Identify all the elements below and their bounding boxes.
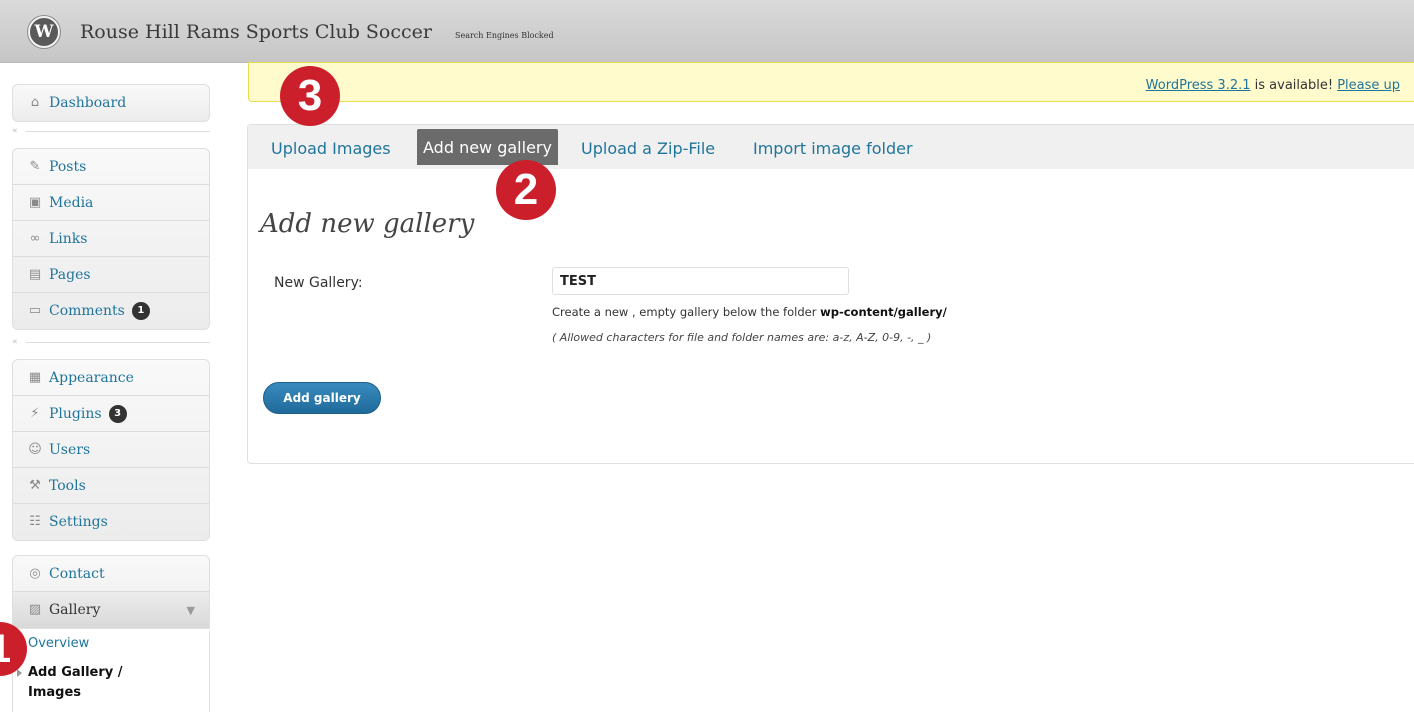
gallery-folder-description: Create a new , empty gallery below the f… xyxy=(552,305,947,319)
sidebar-item-label: Media xyxy=(49,194,94,211)
site-title[interactable]: Rouse Hill Rams Sports Club Soccer xyxy=(80,21,432,43)
page-title: Add new gallery xyxy=(260,209,475,239)
users-icon: ☺ xyxy=(28,441,42,457)
sidebar-item-tools[interactable]: ⚒ Tools xyxy=(13,468,209,504)
update-notice: WordPress 3.2.1 is available! Please up xyxy=(248,62,1414,102)
sidebar-item-plugins[interactable]: ⚡ Plugins 3 xyxy=(13,396,209,432)
sidebar-item-label: Links xyxy=(49,230,88,247)
link-icon: ∞ xyxy=(29,230,41,246)
sidebar-group-dashboard: ⌂ Dashboard xyxy=(12,84,210,122)
gallery-tabs: Upload Images Add new gallery Upload a Z… xyxy=(248,125,1414,169)
gallery-submenu: Overview Add Gallery / Images xyxy=(12,631,210,712)
sidebar-item-appearance[interactable]: ▦ Appearance xyxy=(13,360,209,396)
plugins-count-badge: 3 xyxy=(108,404,127,423)
media-icon: ▣ xyxy=(28,194,42,210)
please-update-link[interactable]: Please up xyxy=(1337,78,1400,93)
new-gallery-input[interactable] xyxy=(552,267,849,295)
sidebar-item-dashboard[interactable]: ⌂ Dashboard xyxy=(13,85,209,121)
sidebar-item-label: Tools xyxy=(49,477,86,494)
sidebar-item-label: Posts xyxy=(49,158,87,175)
settings-icon: ☷ xyxy=(29,514,41,529)
step-marker-2: 2 xyxy=(496,160,556,220)
pages-icon: ▤ xyxy=(28,266,42,282)
sidebar-group-admin: ▦ Appearance ⚡ Plugins 3 ☺ Users ⚒ Tools… xyxy=(12,359,210,541)
sidebar-item-comments[interactable]: ▭ Comments 1 xyxy=(13,293,209,329)
sidebar-item-posts[interactable]: ✎ Posts xyxy=(13,149,209,185)
plugin-icon: ⚡ xyxy=(30,405,40,421)
sidebar-item-gallery[interactable]: ▨ Gallery ▼ xyxy=(13,592,209,628)
tab-upload-images[interactable]: Upload Images xyxy=(271,139,391,158)
sidebar-item-links[interactable]: ∞ Links xyxy=(13,221,209,257)
admin-header: W Rouse Hill Rams Sports Club Soccer Sea… xyxy=(0,0,1414,63)
home-icon: ⌂ xyxy=(30,95,40,110)
appearance-icon: ▦ xyxy=(28,369,42,385)
update-message: is available! xyxy=(1250,78,1338,93)
gallery-folder-path: wp-content/gallery/ xyxy=(820,305,947,319)
tab-import-folder[interactable]: Import image folder xyxy=(753,139,913,158)
tab-add-new-gallery[interactable]: Add new gallery xyxy=(417,129,558,165)
sidebar-item-label: Appearance xyxy=(49,369,134,386)
sidebar-group-content: ✎ Posts ▣ Media ∞ Links ▤ Pages ▭ Commen… xyxy=(12,148,210,330)
sidebar-item-label: Comments xyxy=(49,303,125,319)
wordpress-logo-icon[interactable]: W xyxy=(28,16,60,48)
sidebar-item-label: Gallery xyxy=(49,602,101,618)
comment-icon: ▭ xyxy=(28,303,42,318)
sidebar-item-label: Pages xyxy=(49,266,91,283)
pin-icon: ✎ xyxy=(29,158,41,174)
sidebar-item-settings[interactable]: ☷ Settings xyxy=(13,504,209,540)
sidebar-item-users[interactable]: ☺ Users xyxy=(13,432,209,468)
sidebar-item-label: Contact xyxy=(49,565,105,582)
chevron-down-icon[interactable]: ▼ xyxy=(187,604,195,617)
wordpress-version-link[interactable]: WordPress 3.2.1 xyxy=(1146,78,1251,93)
add-gallery-button[interactable]: Add gallery xyxy=(263,382,381,414)
add-gallery-panel: Upload Images Add new gallery Upload a Z… xyxy=(247,124,1414,464)
current-item-arrow-icon xyxy=(17,669,22,677)
submenu-item-add-gallery[interactable]: Add Gallery / Images xyxy=(28,663,178,703)
sidebar-group-plugins: ◎ Contact ▨ Gallery ▼ xyxy=(12,555,210,629)
sidebar-item-label: Plugins xyxy=(49,405,102,422)
submenu-item-overview[interactable]: Overview xyxy=(28,636,89,651)
sidebar-item-label: Settings xyxy=(49,514,108,530)
collapse-arrow-icon: « xyxy=(12,126,18,136)
description-prefix: Create a new , empty gallery below the f… xyxy=(552,305,821,319)
sidebar-item-label: Dashboard xyxy=(49,95,127,111)
sidebar-item-label: Users xyxy=(49,441,91,458)
step-marker-3: 3 xyxy=(280,66,340,126)
contact-icon: ◎ xyxy=(29,565,41,581)
tools-icon: ⚒ xyxy=(29,477,41,493)
sidebar-item-media[interactable]: ▣ Media xyxy=(13,185,209,221)
sidebar-item-contact[interactable]: ◎ Contact xyxy=(13,556,209,592)
gallery-label-wrap: ▨ Gallery xyxy=(27,602,101,618)
allowed-characters-note: ( Allowed characters for file and folder… xyxy=(552,331,932,344)
search-engines-blocked-note: Search Engines Blocked xyxy=(455,31,554,40)
new-gallery-label: New Gallery: xyxy=(274,275,363,291)
sidebar-item-pages[interactable]: ▤ Pages xyxy=(13,257,209,293)
gallery-icon: ▨ xyxy=(28,602,42,617)
tab-upload-zip[interactable]: Upload a Zip-File xyxy=(581,139,715,158)
update-notice-text: WordPress 3.2.1 is available! Please up xyxy=(1146,78,1400,93)
collapse-arrow-icon: « xyxy=(12,337,18,347)
sidebar-separator[interactable]: « xyxy=(12,125,210,137)
sidebar-separator[interactable]: « xyxy=(12,336,210,348)
comments-count-badge: 1 xyxy=(131,302,150,320)
